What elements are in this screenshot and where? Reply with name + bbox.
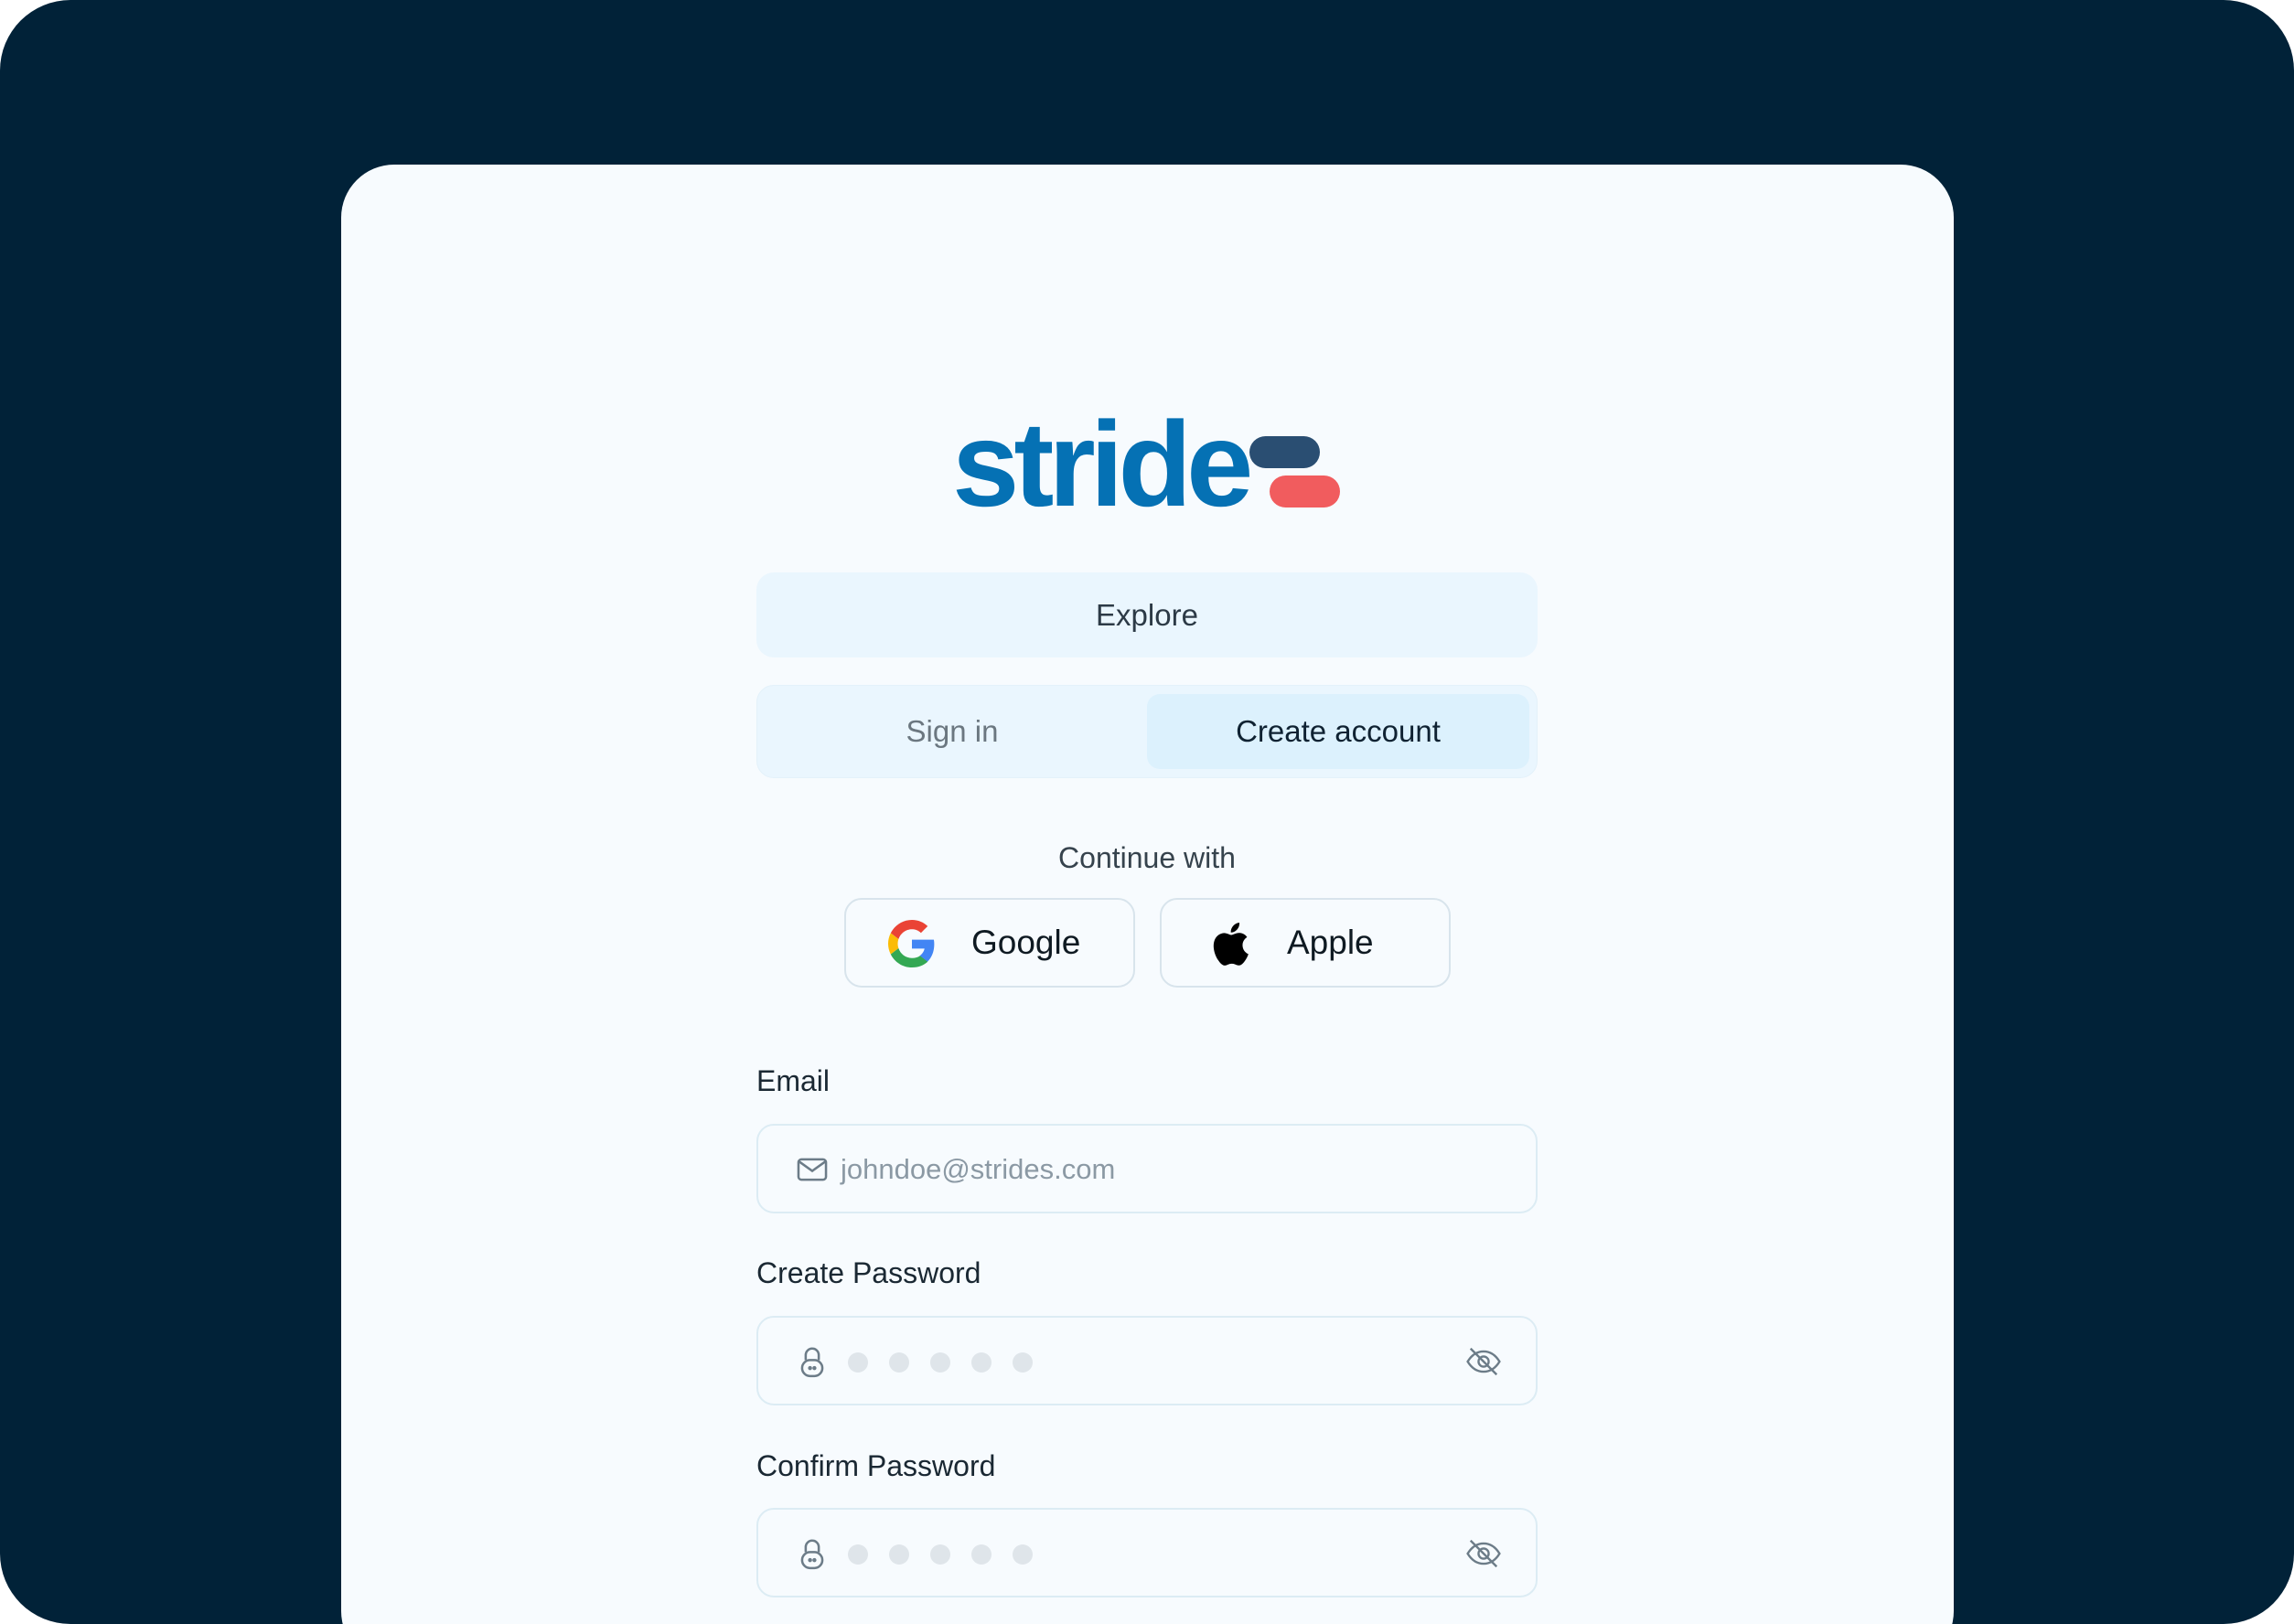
google-button[interactable]: Google bbox=[844, 898, 1135, 988]
create-password-field[interactable] bbox=[756, 1316, 1538, 1405]
mail-icon bbox=[797, 1158, 828, 1181]
confirm-password-label: Confirm Password bbox=[756, 1449, 996, 1482]
continue-with-label: Continue with bbox=[1058, 841, 1236, 874]
apple-button[interactable]: Apple bbox=[1160, 898, 1451, 988]
logo-wordmark: stride bbox=[952, 397, 1253, 531]
email-field[interactable]: johndoe@strides.com bbox=[756, 1124, 1538, 1213]
lock-icon bbox=[800, 1539, 824, 1570]
app-background: stride Explore Sign in Create account Co… bbox=[0, 0, 2294, 1624]
email-label: Email bbox=[756, 1064, 831, 1097]
logo-bar-dark bbox=[1249, 436, 1320, 468]
email-placeholder: johndoe@strides.com bbox=[841, 1153, 1116, 1185]
auth-tabs: Sign in Create account bbox=[756, 685, 1538, 778]
logo-bar-red bbox=[1270, 475, 1340, 508]
apple-label: Apple bbox=[1287, 924, 1374, 961]
eye-off-icon[interactable] bbox=[1464, 1344, 1503, 1379]
tab-create-account[interactable]: Create account bbox=[1147, 694, 1529, 769]
password-mask bbox=[848, 1352, 1033, 1373]
google-icon bbox=[888, 920, 935, 967]
stride-logo: stride bbox=[952, 404, 1348, 525]
explore-button[interactable]: Explore bbox=[756, 572, 1538, 657]
confirm-password-mask bbox=[848, 1544, 1033, 1565]
lock-icon bbox=[800, 1347, 824, 1378]
confirm-password-field[interactable] bbox=[756, 1508, 1538, 1597]
create-password-label: Create Password bbox=[756, 1256, 981, 1289]
apple-icon bbox=[1213, 923, 1249, 966]
eye-off-icon[interactable] bbox=[1464, 1536, 1503, 1571]
tab-sign-in[interactable]: Sign in bbox=[757, 686, 1147, 777]
google-label: Google bbox=[971, 924, 1081, 961]
